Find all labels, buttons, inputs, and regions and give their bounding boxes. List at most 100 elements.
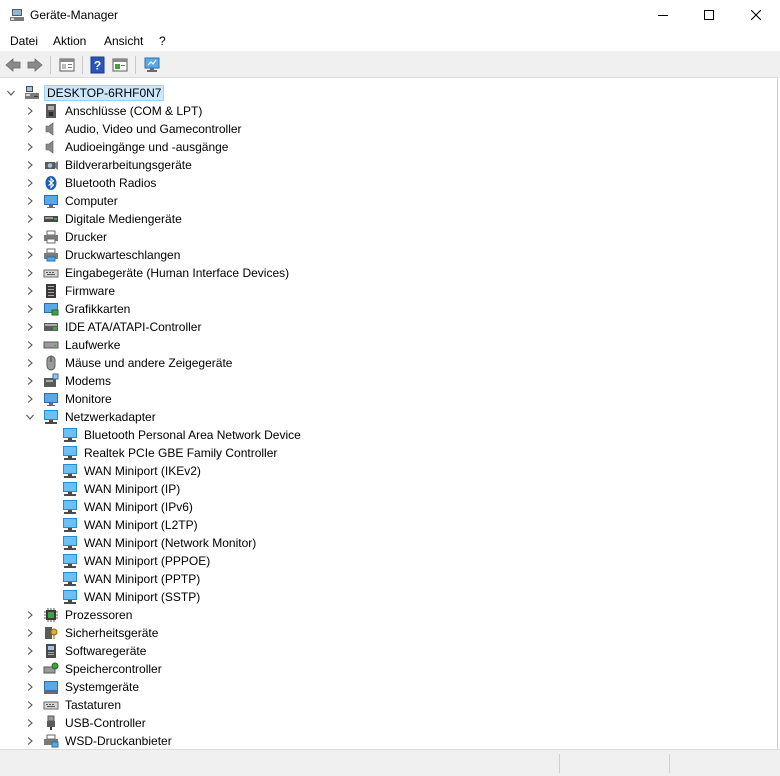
chevron-right-icon[interactable] [25, 156, 35, 174]
tree-node-audioeingänge-und-ausgänge[interactable]: Audioeingänge und -ausgänge [25, 138, 230, 156]
properties-icon[interactable] [58, 56, 76, 74]
tree-node-label: WAN Miniport (IKEv2) [84, 464, 201, 478]
tree-node-netzwerkadapter[interactable]: Netzwerkadapter [25, 408, 158, 426]
network-adapter-icon [62, 481, 78, 497]
chevron-right-icon[interactable] [25, 282, 35, 300]
chevron-right-icon[interactable] [25, 174, 35, 192]
tree-node-realtek-pcie-gbe-family-controller[interactable]: Realtek PCIe GBE Family Controller [62, 444, 279, 462]
tree-node-usb-controller[interactable]: USB-Controller [25, 714, 148, 732]
tree-node-wan-miniport-sstp[interactable]: WAN Miniport (SSTP) [62, 588, 202, 606]
tree-node-bildverarbeitungsgeräte[interactable]: Bildverarbeitungsgeräte [25, 156, 194, 174]
tree-node-wsd-druckanbieter[interactable]: WSD-Druckanbieter [25, 732, 174, 750]
tree-node-drucker[interactable]: Drucker [25, 228, 109, 246]
usb-icon [43, 715, 59, 731]
tree-node-wan-miniport-network-monitor[interactable]: WAN Miniport (Network Monitor) [62, 534, 258, 552]
tree-node-root[interactable]: DESKTOP-6RHF0N7 [6, 84, 165, 102]
tree-node-speichercontroller[interactable]: Speichercontroller [25, 660, 164, 678]
chevron-right-icon[interactable] [25, 354, 35, 372]
tree-node-monitore[interactable]: Monitore [25, 390, 114, 408]
chevron-right-icon[interactable] [25, 714, 35, 732]
close-button[interactable] [733, 0, 779, 30]
speaker-icon [43, 121, 59, 137]
back-arrow-icon[interactable] [4, 56, 22, 74]
chevron-right-icon[interactable] [25, 624, 35, 642]
chevron-right-icon[interactable] [25, 120, 35, 138]
tree-node-computer[interactable]: Computer [25, 192, 120, 210]
chevron-right-icon[interactable] [25, 678, 35, 696]
tree-node-bluetooth-radios[interactable]: Bluetooth Radios [25, 174, 158, 192]
tree-node-softwaregeräte[interactable]: Softwaregeräte [25, 642, 148, 660]
tree-node-ide-ata-atapi-controller[interactable]: IDE ATA/ATAPI-Controller [25, 318, 203, 336]
menu-help[interactable]: ? [159, 34, 166, 48]
chevron-right-icon[interactable] [25, 246, 35, 264]
firmware-icon [43, 283, 59, 299]
tree-node-label: Computer [65, 194, 118, 208]
device-tree[interactable]: DESKTOP-6RHF0N7 Anschlüsse (COM & LPT) Aud… [0, 79, 778, 749]
tree-node-mäuse-und-andere-zeigegeräte[interactable]: Mäuse und andere Zeigegeräte [25, 354, 234, 372]
menu-aktion[interactable]: Aktion [53, 34, 86, 48]
tree-node-wan-miniport-ikev2[interactable]: WAN Miniport (IKEv2) [62, 462, 203, 480]
chevron-right-icon[interactable] [25, 228, 35, 246]
tree-node-bluetooth-personal-area-network-device[interactable]: Bluetooth Personal Area Network Device [62, 426, 303, 444]
tree-node-label: Grafikkarten [65, 302, 131, 316]
chevron-right-icon[interactable] [25, 264, 35, 282]
chevron-right-icon[interactable] [25, 696, 35, 714]
tree-node-digitale-mediengeräte[interactable]: Digitale Mediengeräte [25, 210, 184, 228]
tree-node-label: WAN Miniport (L2TP) [84, 518, 198, 532]
chevron-right-icon[interactable] [25, 660, 35, 678]
tree-node-wan-miniport-l2tp[interactable]: WAN Miniport (L2TP) [62, 516, 200, 534]
device-manager-app-icon [9, 7, 25, 23]
menu-datei[interactable]: Datei [10, 34, 38, 48]
tree-node-label: Monitore [65, 392, 112, 406]
chevron-right-icon[interactable] [25, 390, 35, 408]
ide-controller-icon [43, 319, 59, 335]
tree-node-anschlüsse-com-lpt[interactable]: Anschlüsse (COM & LPT) [25, 102, 204, 120]
forward-arrow-icon[interactable] [26, 56, 44, 74]
tree-node-druckwarteschlangen[interactable]: Druckwarteschlangen [25, 246, 182, 264]
chevron-down-icon[interactable] [25, 408, 35, 426]
tree-node-label: WAN Miniport (IPv6) [84, 500, 193, 514]
minimize-button[interactable] [640, 0, 686, 30]
tree-node-grafikkarten[interactable]: Grafikkarten [25, 300, 132, 318]
tree-node-label: Audioeingänge und -ausgänge [65, 140, 229, 154]
tree-node-tastaturen[interactable]: Tastaturen [25, 696, 123, 714]
tree-node-sicherheitsgeräte[interactable]: Sicherheitsgeräte [25, 624, 160, 642]
chevron-right-icon[interactable] [25, 732, 35, 750]
chevron-right-icon[interactable] [25, 210, 35, 228]
chevron-right-icon[interactable] [25, 336, 35, 354]
network-adapter-icon [43, 409, 59, 425]
tree-node-audio-video-und-gamecontroller[interactable]: Audio, Video und Gamecontroller [25, 120, 244, 138]
scan-hardware-icon[interactable] [143, 56, 161, 74]
chevron-right-icon[interactable] [25, 138, 35, 156]
tree-node-systemgeräte[interactable]: Systemgeräte [25, 678, 141, 696]
tree-node-wan-miniport-pppoe[interactable]: WAN Miniport (PPPOE) [62, 552, 212, 570]
chevron-right-icon[interactable] [25, 192, 35, 210]
tree-node-modems[interactable]: Modems [25, 372, 113, 390]
tree-node-prozessoren[interactable]: Prozessoren [25, 606, 134, 624]
tree-node-eingabegeräte-human-interface-devices[interactable]: Eingabegeräte (Human Interface Devices) [25, 264, 291, 282]
chevron-right-icon[interactable] [25, 102, 35, 120]
help-icon[interactable]: ? [89, 56, 107, 74]
chevron-right-icon[interactable] [25, 372, 35, 390]
chevron-right-icon[interactable] [25, 642, 35, 660]
menu-ansicht[interactable]: Ansicht [104, 34, 143, 48]
network-adapter-icon [62, 535, 78, 551]
show-hidden-icon[interactable] [111, 56, 129, 74]
tree-node-wan-miniport-ip[interactable]: WAN Miniport (IP) [62, 480, 182, 498]
chevron-down-icon[interactable] [6, 84, 16, 102]
tree-node-firmware[interactable]: Firmware [25, 282, 117, 300]
network-adapter-icon [62, 589, 78, 605]
chevron-right-icon[interactable] [25, 606, 35, 624]
toolbar-separator [50, 56, 51, 74]
status-segment [560, 754, 670, 773]
printer-queue-icon [43, 247, 59, 263]
tree-node-label: Bildverarbeitungsgeräte [65, 158, 192, 172]
tree-node-laufwerke[interactable]: Laufwerke [25, 336, 122, 354]
maximize-button[interactable] [686, 0, 732, 30]
tree-node-wan-miniport-ipv6[interactable]: WAN Miniport (IPv6) [62, 498, 195, 516]
chevron-right-icon[interactable] [25, 300, 35, 318]
toolbar-separator [135, 56, 136, 74]
chevron-right-icon[interactable] [25, 318, 35, 336]
tree-node-label: Prozessoren [65, 608, 133, 622]
tree-node-wan-miniport-pptp[interactable]: WAN Miniport (PPTP) [62, 570, 202, 588]
